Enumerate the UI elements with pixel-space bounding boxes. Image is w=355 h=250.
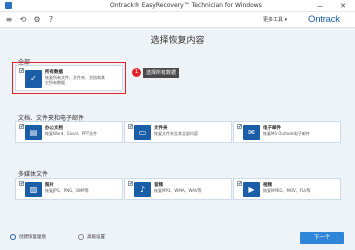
- settings-small-icon: [78, 234, 84, 240]
- card-desc: 恢复MPEG、MOV、FLV等: [263, 188, 311, 193]
- card-desc: 恢复MS Outlook电子邮件: [263, 131, 310, 136]
- disk-icon: [10, 234, 16, 240]
- help-icon[interactable]: ?: [46, 15, 56, 25]
- title-bar: Ontrack® EasyRecovery™ Technician for Wi…: [0, 0, 355, 12]
- photo-icon: ▨: [25, 182, 42, 197]
- close-button[interactable]: ✕: [333, 0, 353, 12]
- office-checkbox[interactable]: ✔: [19, 124, 24, 130]
- card-desc: 恢复文件夹及其全部内容: [154, 131, 198, 136]
- card-folder[interactable]: ✔ ▭ 文件夹 恢复文件夹及其全部内容: [124, 121, 232, 143]
- card-video[interactable]: ✔ ▶ 视频 恢复MPEG、MOV、FLV等: [233, 178, 341, 200]
- folder-checkbox[interactable]: ✔: [128, 124, 133, 130]
- minimize-button[interactable]: —: [310, 0, 330, 12]
- toolbar: ≡ ⟲ ⚙ ? 更多工具 ▾ Ontrack: [0, 12, 355, 28]
- folder-icon: ▭: [134, 125, 151, 140]
- menu-icon[interactable]: ≡: [4, 15, 14, 25]
- next-button[interactable]: 下一个: [300, 232, 344, 244]
- email-icon: ✉: [243, 125, 260, 140]
- main-panel: 选择恢复内容 全部 ✔ ✓ 所有数据 恢复所有文件、文件夹、文档和其 它所有数据…: [0, 28, 355, 250]
- video-checkbox[interactable]: ✔: [237, 181, 242, 187]
- music-icon: ♪: [134, 182, 151, 197]
- photo-checkbox[interactable]: ✔: [19, 181, 24, 187]
- email-checkbox[interactable]: ✔: [237, 124, 242, 130]
- card-desc: 恢复MP3、WMA、WAV等: [154, 188, 202, 193]
- callout-number: 1: [132, 68, 141, 77]
- advanced-settings-link[interactable]: 高级设置: [87, 234, 105, 240]
- card-desc: 恢复JPG、PNG、BMP等: [45, 188, 89, 193]
- app-icon: [5, 2, 12, 9]
- settings-icon[interactable]: ⚙: [32, 15, 42, 25]
- card-desc: 恢复Word、Excel、PPT文件: [45, 131, 98, 136]
- card-photo[interactable]: ✔ ▨ 照片 恢复JPG、PNG、BMP等: [15, 178, 123, 200]
- page-title: 选择恢复内容: [150, 36, 205, 46]
- callout-tooltip: 选择所有数据: [143, 68, 180, 78]
- section-media-label: 多媒体文件: [18, 171, 49, 178]
- create-disk-link[interactable]: 创建恢复驱盘: [19, 234, 46, 240]
- more-tools-menu[interactable]: 更多工具 ▾: [263, 16, 287, 23]
- card-audio[interactable]: ✔ ♪ 音频 恢复MP3、WMA、WAV等: [124, 178, 232, 200]
- highlight-frame: [12, 62, 126, 94]
- brand-logo: Ontrack: [308, 14, 340, 25]
- video-icon: ▶: [243, 182, 260, 197]
- back-icon[interactable]: ⟲: [18, 15, 28, 25]
- audio-checkbox[interactable]: ✔: [128, 181, 133, 187]
- card-email[interactable]: ✔ ✉ 电子邮件 恢复MS Outlook电子邮件: [233, 121, 341, 143]
- footer: 创建恢复驱盘 高级设置 下一个: [0, 226, 355, 250]
- document-icon: ▤: [25, 125, 42, 140]
- card-office[interactable]: ✔ ▤ 办公文档 恢复Word、Excel、PPT文件: [15, 121, 123, 143]
- window-title: Ontrack® EasyRecovery™ Technician for Wi…: [110, 2, 262, 9]
